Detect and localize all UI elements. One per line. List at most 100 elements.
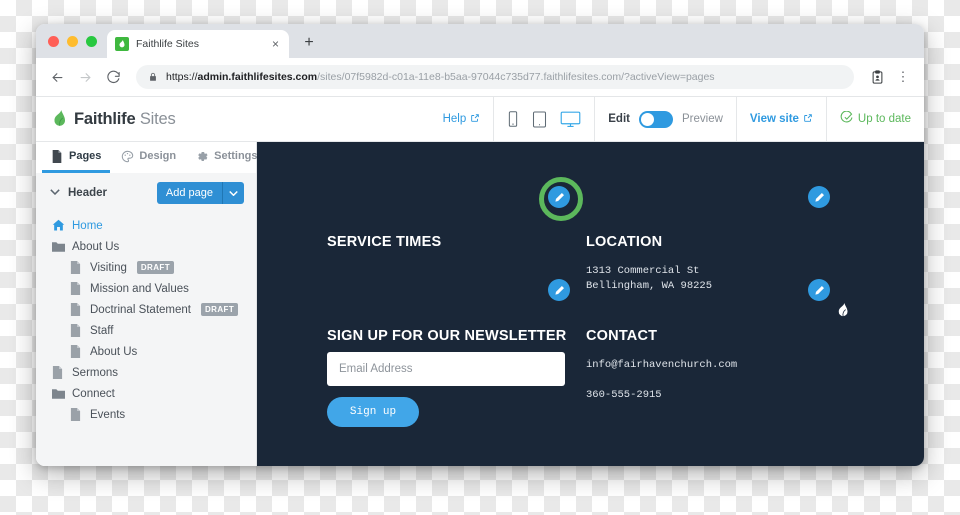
window-controls — [46, 24, 107, 58]
tree-item-mission-and-values[interactable]: Mission and Values — [36, 278, 256, 299]
app-body: Pages Design Settings Header Add page Ho… — [36, 142, 924, 466]
back-icon[interactable] — [46, 66, 68, 88]
tree-item-events[interactable]: Events — [36, 404, 256, 425]
gear-icon — [196, 150, 209, 163]
desktop-icon[interactable] — [560, 111, 581, 128]
home-icon — [52, 219, 65, 232]
sidebar: Pages Design Settings Header Add page Ho… — [36, 142, 258, 466]
url-scheme: https:// — [166, 71, 198, 83]
sidebar-section-title: Header — [68, 187, 107, 199]
tree-item-label: Sermons — [72, 366, 119, 379]
edit-logo-block-button[interactable] — [539, 177, 583, 221]
url-host: admin.faithlifesites.com — [197, 71, 318, 83]
tree-item-doctrinal-statement[interactable]: Doctrinal Statement DRAFT — [36, 299, 256, 320]
contact-heading: CONTACT — [586, 328, 658, 344]
browser-toolbar: https://admin.faithlifesites.com/sites/0… — [36, 58, 924, 97]
browser-tab-title: Faithlife Sites — [136, 38, 200, 50]
chevron-down-icon[interactable] — [50, 188, 60, 198]
phone-icon[interactable] — [507, 111, 519, 127]
sign-up-button[interactable]: Sign up — [327, 397, 419, 427]
page-icon — [70, 303, 83, 316]
tree-item-label: Doctrinal Statement — [90, 303, 191, 316]
maximize-window-button[interactable] — [86, 35, 97, 47]
edit-label: Edit — [608, 113, 630, 125]
email-input[interactable]: Email Address — [327, 352, 565, 386]
document-icon — [51, 149, 64, 163]
browser-menu-icon[interactable]: ⋮ — [892, 66, 914, 88]
close-icon[interactable]: × — [270, 38, 281, 50]
location-heading: LOCATION — [586, 234, 663, 250]
lock-icon — [147, 72, 158, 83]
add-page-dropdown-caret[interactable] — [222, 182, 244, 204]
edit-preview-toggle-cell: Edit Preview — [594, 97, 736, 141]
check-circle-icon — [840, 110, 853, 127]
tab-pages[interactable]: Pages — [42, 142, 111, 173]
status-label: Up to date — [857, 113, 911, 125]
publish-status-cell[interactable]: Up to date — [825, 97, 924, 141]
close-window-button[interactable] — [48, 35, 59, 47]
sidebar-section-header: Header Add page — [36, 173, 256, 213]
folder-icon — [52, 387, 65, 400]
tree-item-home[interactable]: Home — [36, 215, 256, 236]
page-icon — [70, 345, 83, 358]
tab-design[interactable]: Design — [112, 142, 185, 173]
external-link-icon — [803, 113, 813, 126]
url-path: /sites/07f5982d-c01a-11e8-b5aa-97044c735… — [317, 71, 715, 83]
toggle-knob — [641, 112, 654, 126]
reload-icon[interactable] — [102, 66, 124, 88]
tree-item-label: About Us — [90, 345, 138, 358]
tab-settings[interactable]: Settings — [187, 142, 266, 173]
tablet-icon[interactable] — [532, 110, 547, 128]
service-times-heading: SERVICE TIMES — [327, 234, 442, 250]
edit-location-button[interactable] — [808, 279, 830, 301]
page-icon — [70, 408, 83, 421]
address-line-2: Bellingham, WA 98225 — [586, 280, 713, 293]
tree-item-label: Staff — [90, 324, 114, 337]
folder-icon — [52, 240, 65, 253]
help-label: Help — [442, 113, 467, 125]
device-preview-cell — [493, 97, 594, 141]
newsletter-heading: SIGN UP FOR OUR NEWSLETTER — [327, 328, 567, 344]
edit-preview-toggle[interactable] — [639, 110, 673, 128]
tree-item-staff[interactable]: Staff — [36, 320, 256, 341]
address-bar[interactable]: https://admin.faithlifesites.com/sites/0… — [136, 65, 854, 89]
view-site-label: View site — [749, 113, 799, 125]
email-input-placeholder: Email Address — [339, 363, 413, 375]
page-tree: Home About Us Visiting DRAFT Mission and… — [36, 213, 256, 466]
app-header: Faithlife Sites Help Edit Preview View s… — [36, 97, 924, 142]
browser-tab[interactable]: Faithlife Sites × — [107, 30, 289, 58]
add-page-button[interactable]: Add page — [156, 182, 222, 204]
tree-item-label: Visiting — [90, 261, 127, 274]
location-address: 1313 Commercial St Bellingham, WA 98225 — [586, 264, 712, 294]
tree-item-about-us-folder[interactable]: About Us — [36, 236, 256, 257]
new-tab-button[interactable]: + — [299, 33, 319, 53]
profile-icon[interactable] — [866, 66, 888, 88]
forward-icon[interactable] — [74, 66, 96, 88]
sidebar-tabs: Pages Design Settings — [36, 142, 258, 173]
external-link-icon — [470, 113, 480, 126]
help-cell: Help — [430, 97, 494, 141]
contact-email[interactable]: info@fairhavenchurch.com — [586, 358, 737, 373]
tree-item-connect[interactable]: Connect — [36, 383, 256, 404]
view-site-link[interactable]: View site — [750, 113, 813, 126]
page-icon — [52, 366, 65, 379]
add-page-button-group: Add page — [156, 182, 244, 204]
minimize-window-button[interactable] — [67, 35, 78, 47]
draft-badge: DRAFT — [136, 261, 174, 274]
edit-top-right-button[interactable] — [808, 186, 830, 208]
faithlife-leaf-cursor-icon — [835, 302, 850, 319]
address-line-1: 1313 Commercial St — [586, 265, 700, 277]
tree-item-visiting[interactable]: Visiting DRAFT — [36, 257, 256, 278]
palette-icon — [121, 150, 134, 163]
tree-item-sermons[interactable]: Sermons — [36, 362, 256, 383]
edit-service-times-button[interactable] — [548, 279, 570, 301]
header-spacer — [264, 97, 430, 141]
faithlife-leaf-icon — [115, 37, 129, 51]
tree-item-about-us-page[interactable]: About Us — [36, 341, 256, 362]
tab-pages-label: Pages — [69, 150, 102, 162]
page-icon — [70, 324, 83, 337]
help-link[interactable]: Help — [443, 113, 481, 126]
status-badge: Up to date — [840, 110, 911, 127]
contact-phone[interactable]: 360-555-2915 — [586, 388, 662, 403]
tree-item-label: About Us — [72, 240, 120, 253]
